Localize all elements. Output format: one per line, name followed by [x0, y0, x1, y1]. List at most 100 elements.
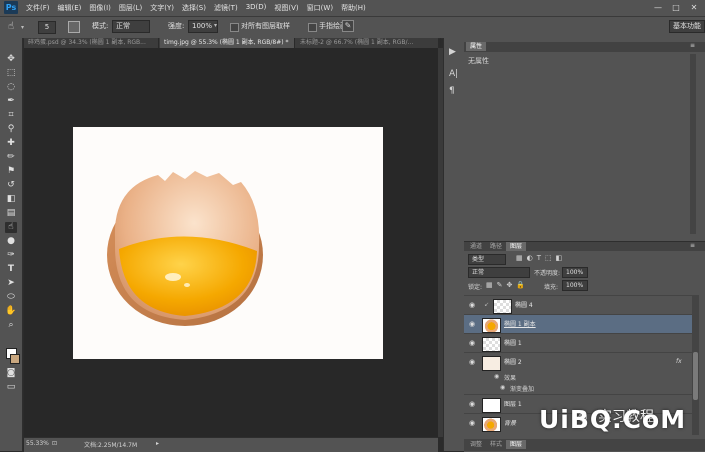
menu-help[interactable]: 帮助(H): [341, 3, 366, 13]
status-icon[interactable]: ⊡: [52, 440, 57, 447]
smudge-tool-icon[interactable]: ☝: [5, 222, 17, 233]
panel-menu-icon[interactable]: ≡: [690, 42, 695, 49]
chevron-down-icon[interactable]: ▾: [21, 24, 24, 31]
smudge-tool-preset-icon[interactable]: ☝: [8, 21, 14, 32]
properties-scrollbar[interactable]: [690, 54, 696, 234]
tab-properties[interactable]: 属性: [466, 42, 487, 51]
menu-view[interactable]: 视图(V): [274, 3, 298, 13]
tab-layers[interactable]: 图层: [506, 242, 527, 251]
type-tool-icon[interactable]: T: [5, 264, 17, 275]
pressure-icon[interactable]: ✎: [342, 20, 354, 32]
brush-tool-icon[interactable]: ✏: [5, 152, 17, 163]
lasso-tool-icon[interactable]: ◌: [5, 82, 17, 93]
document-canvas[interactable]: [73, 127, 383, 359]
hand-tool-icon[interactable]: ✋: [5, 306, 17, 317]
opacity-input[interactable]: 100%: [562, 267, 588, 278]
layer-row[interactable]: ◉ 椭圆 1: [464, 333, 692, 353]
quick-mask-icon[interactable]: ◙: [5, 368, 17, 379]
visibility-eye-icon[interactable]: ◉: [469, 301, 477, 309]
mode-select[interactable]: 正常: [112, 20, 150, 33]
layer-row-selected[interactable]: ◉ 椭圆 1 副本: [464, 314, 692, 334]
tab-adjustments[interactable]: 调整: [466, 440, 486, 449]
layer-effects-row[interactable]: ◉ 效果: [464, 372, 692, 382]
menu-window[interactable]: 窗口(W): [307, 3, 333, 13]
tab-broken-egg-psd[interactable]: 碎鸡蛋.psd @ 34.3% (椭圆 1 副本, RGB...: [24, 38, 159, 48]
layer-name: 椭圆 2: [504, 359, 522, 366]
history-brush-tool-icon[interactable]: ↺: [5, 180, 17, 191]
eraser-tool-icon[interactable]: ◧: [5, 194, 17, 205]
brush-panel-icon[interactable]: [68, 21, 80, 33]
pen-tool-icon[interactable]: ✑: [5, 250, 17, 261]
gradient-overlay-row[interactable]: ◉ 渐变叠加: [464, 383, 692, 393]
menu-select[interactable]: 选择(S): [182, 3, 206, 13]
finger-painting-checkbox[interactable]: [308, 23, 317, 32]
maximize-button[interactable]: □: [668, 2, 684, 13]
healing-brush-tool-icon[interactable]: ✚: [5, 138, 17, 149]
tab-paths[interactable]: 路径: [486, 242, 506, 251]
tab-layers-bottom[interactable]: 图层: [506, 440, 527, 449]
stamp-tool-icon[interactable]: ⚑: [5, 166, 17, 177]
eyedropper-tool-icon[interactable]: ⚲: [5, 124, 17, 135]
fill-label: 填充:: [544, 284, 559, 291]
menu-file[interactable]: 文件(F): [26, 3, 50, 13]
visibility-eye-icon[interactable]: ◉: [469, 400, 477, 408]
chevron-down-icon[interactable]: ▾: [214, 22, 217, 29]
lock-icons[interactable]: ▦✎✥🔒: [486, 281, 529, 289]
paragraph-panel-icon[interactable]: ¶: [449, 86, 455, 96]
path-select-tool-icon[interactable]: ➤: [5, 278, 17, 289]
panel-menu-icon[interactable]: ≡: [690, 242, 695, 249]
menu-image[interactable]: 图像(I): [89, 3, 111, 13]
effects-label: 效果: [504, 375, 517, 382]
visibility-eye-icon[interactable]: ◉: [469, 358, 477, 366]
background-color-swatch[interactable]: [10, 354, 20, 364]
brush-size-picker[interactable]: 5: [38, 21, 56, 34]
move-tool-icon[interactable]: ✥: [5, 54, 17, 65]
close-button[interactable]: ✕: [686, 2, 702, 13]
menu-layer[interactable]: 图层(L): [119, 3, 142, 13]
layer-thumbnail: [482, 318, 501, 333]
play-icon[interactable]: ▶: [449, 47, 456, 57]
menu-type[interactable]: 文字(Y): [150, 3, 174, 13]
menu-3d[interactable]: 3D(D): [246, 3, 267, 13]
document-size: 文档:2.25M/14.7M: [84, 442, 138, 449]
menu-filter[interactable]: 滤镜(T): [214, 3, 238, 13]
tab-channels[interactable]: 通道: [466, 242, 486, 251]
visibility-eye-icon[interactable]: ◉: [469, 320, 477, 328]
layer-filter-icons[interactable]: ▦◐T⬚◧: [516, 254, 566, 262]
layer-row[interactable]: ◉ 椭圆 2 fx: [464, 352, 692, 372]
eye-icon[interactable]: ◉: [494, 373, 499, 380]
quick-select-tool-icon[interactable]: ✒: [5, 96, 17, 107]
minimize-button[interactable]: —: [650, 2, 666, 13]
fx-badge[interactable]: fx: [676, 358, 682, 365]
layer-thumbnail: [493, 299, 512, 314]
lock-label: 锁定:: [468, 284, 483, 291]
eye-icon[interactable]: ◉: [500, 384, 505, 391]
layers-scroll-thumb[interactable]: [693, 352, 698, 400]
tab-styles[interactable]: 样式: [486, 440, 506, 449]
tab-timg-jpg[interactable]: timg.jpg @ 55.3% (椭圆 1 副本, RGB/8#) *: [160, 38, 295, 48]
blend-mode-select[interactable]: 正常: [468, 267, 530, 278]
zoom-level[interactable]: 55.33%: [26, 440, 49, 447]
clip-arrow-icon: ↙: [484, 301, 490, 308]
crop-tool-icon[interactable]: ⌗: [5, 110, 17, 121]
sample-all-layers-checkbox[interactable]: [230, 23, 239, 32]
dodge-tool-icon[interactable]: ●: [5, 236, 17, 247]
gradient-tool-icon[interactable]: ▤: [5, 208, 17, 219]
status-menu-icon[interactable]: ▸: [156, 440, 159, 447]
zoom-tool-icon[interactable]: ⌕: [5, 320, 17, 331]
workspace-select[interactable]: 基本功能: [669, 20, 705, 33]
tab-untitled-2[interactable]: 未标题-2 @ 66.7% (椭圆 1 副本, RGB/...: [296, 38, 441, 48]
layer-row[interactable]: ◉ ↙ 椭圆 4: [464, 295, 692, 315]
screen-mode-icon[interactable]: ▭: [5, 382, 17, 393]
layer-name: 椭圆 1 副本: [504, 321, 536, 328]
watermark-brand: UiBQ.CoM: [539, 405, 687, 434]
marquee-tool-icon[interactable]: ⬚: [5, 68, 17, 79]
layer-filter-kind-select[interactable]: 类型: [468, 254, 506, 265]
shape-tool-icon[interactable]: ⬭: [5, 292, 17, 303]
fill-input[interactable]: 100%: [562, 280, 588, 291]
visibility-eye-icon[interactable]: ◉: [469, 419, 477, 427]
visibility-eye-icon[interactable]: ◉: [469, 339, 477, 347]
layer-name: 椭圆 4: [515, 302, 533, 309]
character-panel-icon[interactable]: A|: [449, 69, 458, 79]
menu-edit[interactable]: 编辑(E): [58, 3, 82, 13]
